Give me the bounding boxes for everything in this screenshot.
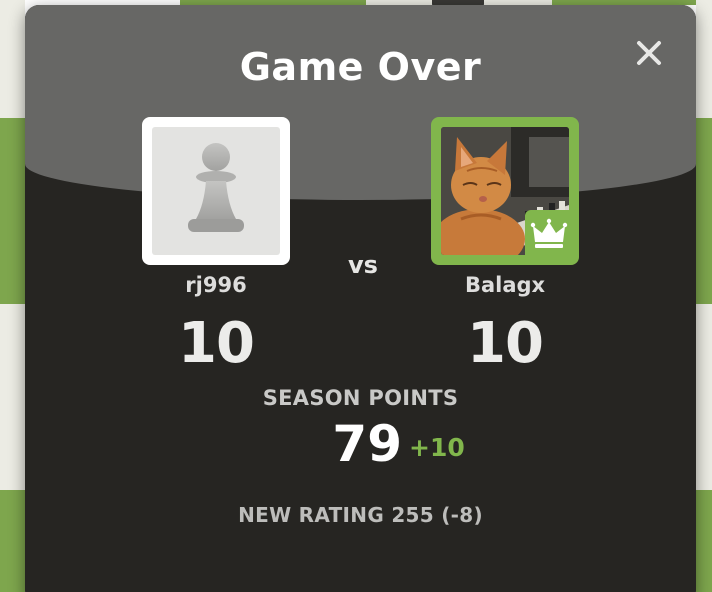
season-points-value: 79 [332, 415, 402, 473]
close-button[interactable] [631, 35, 667, 71]
modal-title: Game Over [239, 45, 482, 89]
player-username-left[interactable]: rj996 [142, 273, 290, 297]
crown-icon [530, 218, 568, 248]
winner-badge [525, 210, 573, 258]
player-score-left: 10 [178, 311, 255, 376]
player-avatar-left[interactable] [142, 117, 290, 265]
versus-label: vs [348, 251, 378, 279]
player-username-right[interactable]: Balagx [431, 273, 579, 297]
season-points-label: SEASON POINTS [262, 386, 459, 410]
player-score-right: 10 [467, 311, 544, 376]
game-over-modal: Game Over vs rj996 Balagx 10 10 SEASON P… [25, 5, 696, 592]
season-points-delta: +10 [409, 433, 465, 462]
close-icon [637, 41, 661, 65]
pawn-icon [188, 143, 244, 232]
new-rating-text: NEW RATING 255 (-8) [238, 503, 483, 527]
modal-header [25, 5, 696, 200]
